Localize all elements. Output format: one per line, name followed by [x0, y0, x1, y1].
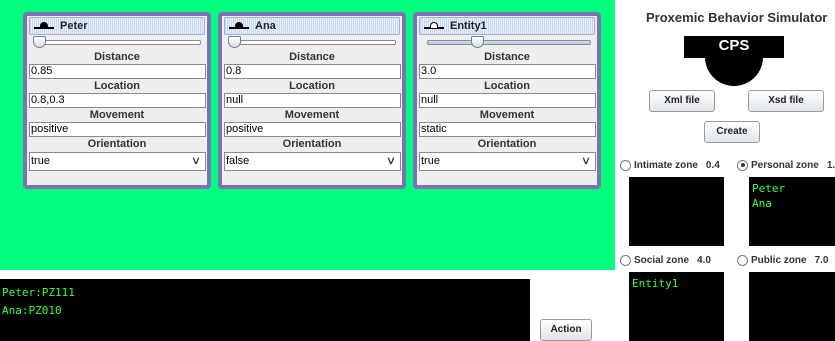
intimate-zone-radio[interactable]: Intimate zone 0.4 [620, 158, 720, 172]
social-zone-radio[interactable]: Social zone 4.0 [620, 253, 711, 267]
slider-track [232, 40, 396, 45]
movement-label: Movement [284, 109, 340, 121]
xsd-file-button[interactable]: Xsd file [748, 90, 824, 112]
entity-icon [424, 21, 444, 31]
zone-value: 0.4 [705, 159, 720, 171]
action-button[interactable]: Action [540, 319, 592, 341]
distance-label: Distance [484, 51, 530, 63]
distance-slider[interactable] [33, 36, 201, 50]
movement-field[interactable]: positive [224, 122, 401, 137]
personal-zone-box: Peter Ana [749, 177, 835, 246]
distance-slider[interactable] [228, 36, 396, 50]
radio-circle [737, 254, 748, 266]
distance-field[interactable]: 0.8 [224, 64, 401, 79]
public-zone-radio[interactable]: Public zone 7.0 [737, 253, 828, 267]
intimate-zone-box [629, 177, 724, 246]
zone-value: 4.0 [697, 254, 711, 266]
panel-title-bar[interactable]: Peter [29, 17, 205, 35]
orientation-select[interactable]: true ∨ [419, 152, 596, 171]
distance-field[interactable]: 0.85 [29, 64, 206, 79]
radio-circle [620, 254, 631, 266]
movement-field[interactable]: static [419, 122, 596, 137]
location-field[interactable]: null [419, 93, 596, 108]
panel-title-bar[interactable]: Ana [224, 17, 400, 35]
radio-circle [620, 159, 631, 171]
location-label: Location [94, 80, 140, 92]
zone-label: Intimate zone [634, 159, 698, 171]
create-button[interactable]: Create [704, 121, 760, 143]
zone-value: 1.0 [826, 159, 835, 171]
chevron-down-icon[interactable]: ∨ [191, 153, 201, 170]
xml-file-button[interactable]: Xml file [649, 90, 715, 112]
slider-track [37, 40, 201, 45]
location-label: Location [289, 80, 335, 92]
chevron-down-icon[interactable]: ∨ [386, 153, 396, 170]
orientation-value: true [421, 155, 440, 167]
app-title: Proxemic Behavior Simulator [646, 10, 828, 25]
panel-title-bar[interactable]: Entity1 [419, 17, 595, 35]
cps-logo: CPS [684, 36, 784, 86]
slider-thumb[interactable] [228, 36, 241, 48]
movement-label: Movement [89, 109, 145, 121]
distance-field[interactable]: 3.0 [419, 64, 596, 79]
entity-name: Ana [255, 20, 276, 32]
location-field[interactable]: 0.8,0.3 [29, 93, 206, 108]
entity-panel-entity1: Entity1 Distance 3.0 Location null Movem… [413, 12, 601, 189]
person-icon [229, 21, 249, 31]
slider-thumb[interactable] [471, 36, 484, 48]
radio-circle-selected [737, 159, 748, 171]
location-field[interactable]: null [224, 93, 401, 108]
slider-thumb[interactable] [33, 36, 46, 48]
slider-track [427, 40, 591, 45]
zone-label: Social zone [634, 254, 690, 266]
cps-label: CPS [718, 37, 750, 54]
distance-label: Distance [94, 51, 140, 63]
entity-panel-ana: Ana Distance 0.8 Location null Movement … [218, 12, 406, 189]
movement-label: Movement [479, 109, 535, 121]
distance-slider[interactable] [423, 36, 591, 50]
personal-zone-radio[interactable]: Personal zone 1.0 [737, 158, 835, 172]
entity-name: Entity1 [450, 20, 487, 32]
zone-value: 7.0 [814, 254, 829, 266]
public-zone-box [749, 272, 835, 341]
console-output: Peter:PZ111 Ana:PZ010 [0, 279, 530, 341]
distance-label: Distance [289, 51, 335, 63]
orientation-label: Orientation [282, 138, 342, 150]
movement-field[interactable]: positive [29, 122, 206, 137]
entity-name: Peter [60, 20, 88, 32]
person-icon [34, 21, 54, 31]
orientation-select[interactable]: false ∨ [224, 152, 401, 171]
orientation-select[interactable]: true ∨ [29, 152, 206, 171]
orientation-label: Orientation [477, 138, 537, 150]
orientation-label: Orientation [87, 138, 147, 150]
zone-label: Personal zone [751, 159, 819, 171]
chevron-down-icon[interactable]: ∨ [581, 153, 591, 170]
orientation-value: true [31, 155, 50, 167]
social-zone-box: Entity1 [629, 272, 724, 341]
zone-label: Public zone [751, 254, 807, 266]
entity-panel-peter: Peter Distance 0.85 Location 0.8,0.3 Mov… [23, 12, 211, 189]
orientation-value: false [226, 155, 250, 167]
location-label: Location [484, 80, 530, 92]
